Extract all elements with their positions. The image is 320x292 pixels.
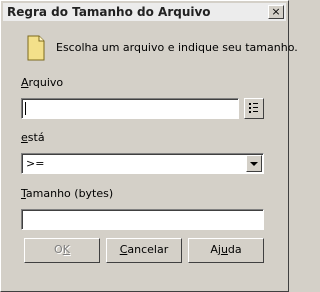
operator-select[interactable]: >= [21, 153, 264, 174]
browse-button[interactable] [244, 98, 264, 119]
window-title: Regra do Tamanho do Arquivo [7, 5, 211, 19]
file-input[interactable] [21, 98, 239, 119]
close-button[interactable]: × [268, 5, 284, 19]
operator-selected-value: >= [26, 157, 45, 170]
browse-icon [249, 103, 258, 113]
cancel-button[interactable]: Cancelar [106, 238, 182, 263]
title-bar[interactable]: Regra do Tamanho do Arquivo × [3, 3, 286, 21]
dialog-window: Regra do Tamanho do Arquivo × Escolha um… [0, 0, 298, 292]
size-label: Tamanho (bytes) [21, 187, 114, 200]
file-icon [27, 35, 45, 61]
ok-button[interactable]: OK [24, 238, 100, 263]
chevron-down-icon[interactable] [246, 155, 262, 172]
operator-label: está [21, 131, 45, 144]
size-input[interactable] [21, 209, 264, 230]
file-label: Arquivo [21, 76, 64, 89]
help-button[interactable]: Ajuda [188, 238, 264, 263]
close-icon: × [271, 5, 281, 18]
instruction-text: Escolha um arquivo e indique seu tamanho… [56, 41, 298, 54]
text-caret [25, 102, 26, 115]
